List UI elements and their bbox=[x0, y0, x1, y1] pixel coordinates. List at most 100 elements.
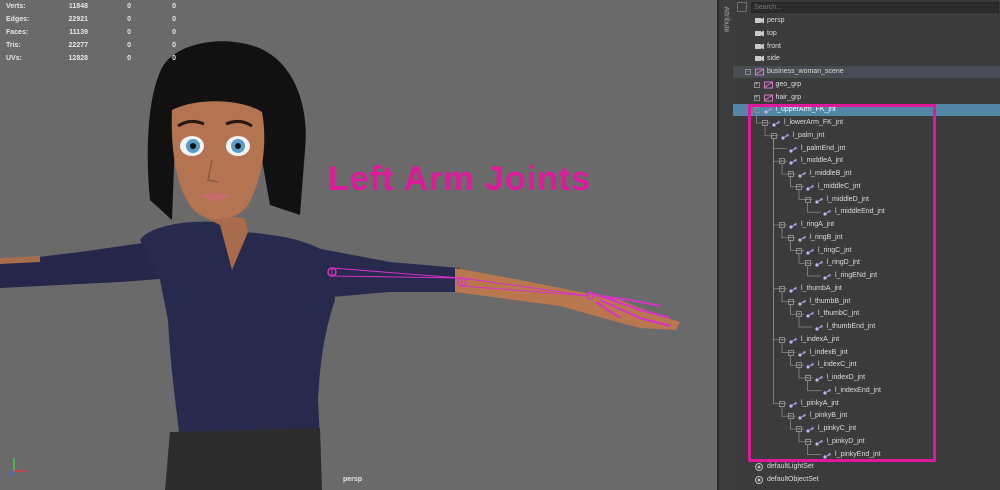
joint-icon bbox=[814, 375, 823, 382]
expand-icon[interactable]: + bbox=[753, 94, 760, 101]
outliner-item[interactable]: - l_middleC_jnt bbox=[733, 181, 1000, 193]
outliner-item[interactable]: - l_pinkyC_jnt bbox=[733, 423, 1000, 435]
joint-icon bbox=[823, 209, 831, 216]
stat-value: 22277 bbox=[68, 42, 88, 49]
outliner-item[interactable]: - l_middleB_jnt bbox=[733, 168, 1000, 180]
joint-icon bbox=[806, 362, 814, 369]
outliner-item[interactable]: - l_thumbA_jnt bbox=[733, 283, 1000, 295]
outliner-item[interactable]: + hair_grp bbox=[733, 92, 1000, 104]
joint-icon bbox=[789, 158, 797, 165]
outliner-item[interactable]: - l_lowerArm_FK_jnt bbox=[733, 117, 1000, 129]
outliner-item[interactable]: side bbox=[733, 53, 1000, 65]
outliner-item[interactable]: - l_indexB_jnt bbox=[733, 347, 1000, 359]
collapse-icon[interactable]: - bbox=[779, 222, 785, 228]
collapse-icon[interactable]: - bbox=[745, 69, 751, 75]
collapse-icon[interactable]: - bbox=[753, 107, 760, 114]
attribute-editor-tab[interactable]: Attribute bbox=[719, 0, 733, 490]
outliner-item[interactable]: l_ringENd_jnt bbox=[733, 270, 1000, 282]
stat-value: 12828 bbox=[68, 55, 88, 62]
outliner-item[interactable]: l_thumbEnd_jnt bbox=[733, 321, 1000, 333]
collapse-icon[interactable]: - bbox=[796, 247, 802, 254]
outliner-item-label: l_pinkyB_jnt bbox=[809, 412, 848, 420]
search-field[interactable] bbox=[751, 2, 999, 13]
outliner-item[interactable]: + geo_grp bbox=[733, 79, 1000, 91]
joint-icon bbox=[797, 350, 806, 357]
outliner-item[interactable]: persp bbox=[733, 15, 1000, 27]
collapse-icon[interactable]: - bbox=[787, 234, 794, 241]
outliner-item-label: side bbox=[767, 55, 780, 63]
collapse-icon[interactable]: - bbox=[787, 349, 794, 356]
group-icon bbox=[755, 68, 764, 76]
search-icon[interactable] bbox=[737, 2, 747, 12]
collapse-icon[interactable]: - bbox=[770, 132, 777, 139]
stat-tris: Tris: 22277 0 0 bbox=[6, 39, 176, 52]
collapse-icon[interactable]: - bbox=[796, 311, 802, 318]
outliner-item[interactable]: - l_upperArm_FK_jnt bbox=[733, 104, 1000, 117]
viewport-panel[interactable]: Verts: 11848 0 0 Edges: 22921 0 0 Faces:… bbox=[0, 0, 717, 490]
outliner-item[interactable]: - l_middleA_jnt bbox=[733, 155, 1000, 167]
collapse-icon[interactable]: - bbox=[804, 438, 811, 445]
stat-label: Verts: bbox=[6, 3, 26, 10]
outliner-search-bar bbox=[733, 0, 1000, 14]
collapse-icon[interactable]: - bbox=[762, 120, 768, 126]
outliner-item[interactable]: - l_pinkyB_jnt bbox=[733, 410, 1000, 422]
outliner-item-label: business_woman_scene bbox=[767, 68, 844, 75]
character-model[interactable] bbox=[0, 0, 717, 490]
outliner-item[interactable]: - l_thumbC_jnt bbox=[733, 308, 1000, 320]
collapse-icon[interactable]: - bbox=[779, 285, 785, 292]
collapse-icon[interactable]: - bbox=[804, 196, 811, 203]
outliner-item[interactable]: - l_ringA_jnt bbox=[733, 219, 1000, 231]
collapse-icon[interactable]: - bbox=[779, 400, 785, 407]
outliner-item-label: l_middleC_jnt bbox=[818, 182, 861, 190]
outliner-item-label: l_indexC_jnt bbox=[818, 361, 857, 369]
collapse-icon[interactable]: - bbox=[796, 183, 802, 190]
outliner-item[interactable]: l_middleEnd_jnt bbox=[733, 206, 1000, 218]
collapse-icon[interactable]: - bbox=[787, 298, 794, 305]
outliner-item[interactable]: - l_ringD_jnt bbox=[733, 257, 1000, 269]
outliner-item[interactable]: - l_pinkyA_jnt bbox=[733, 398, 1000, 410]
outliner-item[interactable]: - l_pinkyD_jnt bbox=[733, 436, 1000, 448]
joint-icon bbox=[789, 286, 797, 293]
search-input[interactable] bbox=[754, 3, 994, 12]
set-icon bbox=[755, 463, 763, 472]
collapse-icon[interactable]: - bbox=[796, 426, 802, 432]
collapse-icon[interactable]: - bbox=[779, 158, 785, 165]
outliner-item-label: l_ringENd_jnt bbox=[835, 272, 878, 279]
collapse-icon[interactable]: - bbox=[796, 362, 802, 369]
joint-icon bbox=[823, 388, 831, 395]
joint-icon bbox=[806, 426, 814, 433]
outliner-item[interactable]: - business_woman_scene bbox=[733, 66, 1000, 78]
axis-gizmo-icon bbox=[9, 458, 25, 476]
outliner-item[interactable]: - l_ringC_jnt bbox=[733, 245, 1000, 257]
collapse-icon[interactable]: - bbox=[787, 413, 794, 420]
outliner-item[interactable]: front bbox=[733, 41, 1000, 53]
collapse-icon[interactable]: - bbox=[804, 375, 811, 381]
outliner-item[interactable]: - l_thumbB_jnt bbox=[733, 296, 1000, 308]
scene-stats: Verts: 11848 0 0 Edges: 22921 0 0 Faces:… bbox=[6, 0, 176, 65]
outliner-item[interactable]: l_pinkyEnd_jnt bbox=[733, 449, 1000, 461]
outliner-item[interactable]: - l_palm_jnt bbox=[733, 130, 1000, 142]
outliner-item[interactable]: l_indexEnd_jnt bbox=[733, 385, 1000, 397]
outliner-item[interactable]: - l_indexD_jnt bbox=[733, 372, 1000, 384]
outliner-item[interactable]: - l_middleD_jnt bbox=[733, 194, 1000, 206]
outliner-item[interactable]: - l_ringB_jnt bbox=[733, 232, 1000, 244]
outliner-item-label: top bbox=[767, 29, 777, 37]
outliner-item[interactable]: - l_indexC_jnt bbox=[733, 359, 1000, 371]
stat-value: 0 bbox=[127, 29, 131, 36]
stat-value: 0 bbox=[127, 3, 131, 10]
outliner-item[interactable]: top bbox=[733, 28, 1000, 40]
collapse-icon[interactable]: - bbox=[804, 260, 811, 267]
outliner-item[interactable]: defaultLightSet bbox=[733, 461, 1000, 473]
outliner-item[interactable]: l_palmEnd_jnt bbox=[733, 143, 1000, 155]
collapse-icon[interactable]: - bbox=[787, 171, 794, 177]
stat-value: 0 bbox=[127, 55, 131, 62]
expand-icon[interactable]: + bbox=[753, 81, 760, 88]
joint-icon bbox=[789, 401, 797, 408]
outliner-panel[interactable]: persp top front side - business_woman_scene + g… bbox=[733, 0, 1000, 490]
collapse-icon[interactable]: - bbox=[779, 336, 785, 343]
outliner-item[interactable]: - l_indexA_jnt bbox=[733, 334, 1000, 346]
outliner-item[interactable]: defaultObjectSet bbox=[733, 474, 1000, 486]
stat-value: 0 bbox=[172, 3, 176, 10]
stat-value: 0 bbox=[127, 16, 131, 23]
outliner-item-label: l_ringD_jnt bbox=[826, 259, 860, 267]
